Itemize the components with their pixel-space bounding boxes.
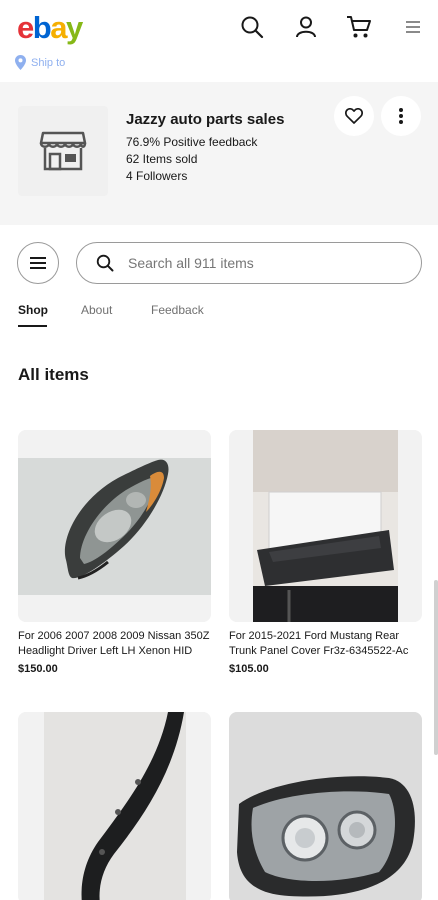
store-tabs: Shop About Feedback <box>0 303 438 329</box>
listing-card[interactable]: For 2006 2007 2008 2009 Nissan 350Z Head… <box>18 430 211 675</box>
store-logo <box>18 106 108 196</box>
ebay-logo[interactable]: ebay <box>17 10 83 46</box>
section-title: All items <box>18 365 89 384</box>
store-feedback[interactable]: 76.9% Positive feedback <box>126 135 257 149</box>
listing-image-trunk-panel[interactable] <box>229 430 422 622</box>
ship-to-label: Ship to <box>31 56 66 69</box>
store-name: Jazzy auto parts sales <box>126 111 285 128</box>
listing-price: $105.00 <box>229 663 269 675</box>
listing-title[interactable]: For 2006 2007 2008 2009 Nissan 350Z Head… <box>18 629 211 659</box>
store-search-input[interactable]: Search all 911 items <box>76 242 422 284</box>
search-icon <box>96 254 114 272</box>
listing-image-headlight[interactable] <box>18 430 211 622</box>
location-pin-icon <box>15 55 26 70</box>
listing-image-headlight-2[interactable] <box>229 712 422 900</box>
listing-price: $150.00 <box>18 663 58 675</box>
follow-heart-button[interactable] <box>334 96 374 136</box>
account-icon[interactable] <box>291 12 321 42</box>
app-header: ebay Ship to <box>0 0 438 82</box>
listing-card[interactable] <box>229 712 422 900</box>
store-header: Jazzy auto parts sales 76.9% Positive fe… <box>0 82 438 225</box>
search-icon[interactable] <box>237 12 267 42</box>
heart-icon <box>345 108 363 124</box>
tab-feedback[interactable]: Feedback <box>151 303 204 317</box>
listing-image-splash-shield[interactable] <box>18 712 211 900</box>
more-options-button[interactable] <box>381 96 421 136</box>
listing-title[interactable]: For 2015-2021 Ford Mustang Rear Trunk Pa… <box>229 629 422 659</box>
tab-shop[interactable]: Shop <box>18 303 48 317</box>
more-vertical-icon <box>399 108 403 124</box>
cart-icon[interactable] <box>344 12 374 42</box>
listing-card[interactable]: For 2015-2021 Ford Mustang Rear Trunk Pa… <box>229 430 422 675</box>
store-followers: 4 Followers <box>126 169 188 183</box>
storefront-icon <box>39 131 87 171</box>
ship-to-link[interactable]: Ship to <box>15 55 65 70</box>
menu-icon <box>30 257 46 269</box>
active-tab-indicator <box>18 325 47 327</box>
hamburger-menu-icon[interactable] <box>398 12 428 42</box>
tab-about[interactable]: About <box>81 303 112 317</box>
store-items-sold: 62 Items sold <box>126 152 198 166</box>
category-menu-button[interactable] <box>17 242 59 284</box>
search-placeholder: Search all 911 items <box>128 255 254 271</box>
listing-card[interactable] <box>18 712 211 900</box>
scrollbar[interactable] <box>434 580 438 755</box>
